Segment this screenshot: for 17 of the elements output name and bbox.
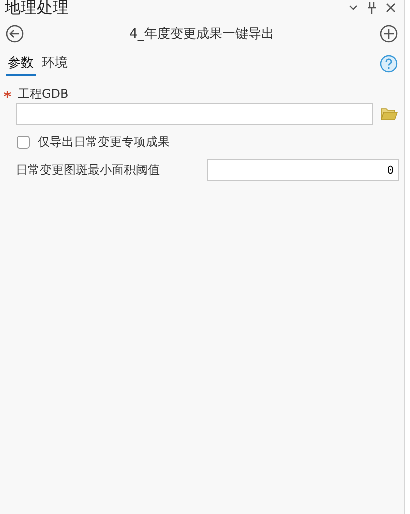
tab[interactable]: 环境 — [40, 52, 70, 76]
number-field[interactable]: 0 — [207, 159, 399, 181]
close-icon[interactable] — [386, 3, 396, 13]
checkbox-label: 仅导出日常变更专项成果 — [38, 134, 170, 151]
add-icon[interactable] — [380, 25, 398, 43]
input-field[interactable] — [16, 103, 373, 125]
pin-icon[interactable] — [368, 2, 376, 14]
folder-icon[interactable] — [381, 108, 398, 120]
tool-title: 4_年度变更成果一键导出 — [130, 26, 274, 43]
tab[interactable]: 参数 — [6, 52, 36, 76]
parameter-label: 日常变更图斑最小面积阈值 — [16, 162, 160, 178]
help-icon[interactable] — [380, 55, 398, 73]
pane-title: 地理处理 — [5, 0, 69, 16]
chevron-down-icon[interactable] — [349, 5, 358, 11]
checkbox[interactable] — [17, 136, 30, 149]
parameter-label: 工程GDB — [18, 86, 69, 103]
back-icon[interactable] — [6, 25, 24, 43]
